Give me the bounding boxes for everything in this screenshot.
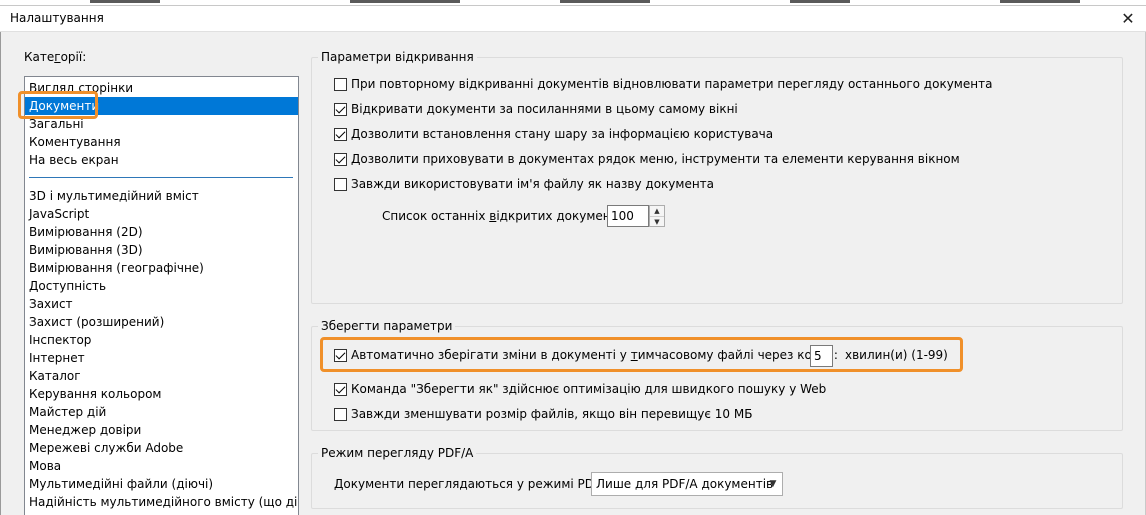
open-settings-checkbox[interactable] xyxy=(334,127,347,141)
category-item[interactable]: Інспектор xyxy=(25,331,298,349)
recent-docs-input[interactable]: 100 xyxy=(607,205,649,227)
category-item[interactable]: На весь екран xyxy=(25,151,298,169)
category-item[interactable]: Мультимедійні файли (діючі) xyxy=(25,475,298,493)
category-item[interactable]: Доступність xyxy=(25,277,298,295)
pdfa-mode-value: Лише для PDF/A документів xyxy=(596,477,774,491)
open-settings-option[interactable]: Завжди використовувати ім'я файлу як наз… xyxy=(334,177,714,191)
open-settings-option[interactable]: Дозволити приховувати в документах рядок… xyxy=(334,152,960,166)
list-separator xyxy=(29,177,293,178)
stepper-down-icon[interactable]: ▼ xyxy=(650,216,664,226)
autosave-row[interactable]: Автоматично зберігати зміни в документі … xyxy=(334,348,838,362)
category-item[interactable]: Вимірювання (географічне) xyxy=(25,259,298,277)
save-settings-option[interactable]: Завжди зменшувати розмір файлів, якщо ві… xyxy=(334,407,752,421)
category-item[interactable]: Захист xyxy=(25,295,298,313)
pdfa-label-row: Документи переглядаються у режимі PDF/A: xyxy=(334,477,617,491)
save-settings-checkbox[interactable] xyxy=(334,382,347,396)
autosave-label: Автоматично зберігати зміни в документі … xyxy=(351,348,838,362)
category-item[interactable]: Загальні xyxy=(25,115,298,133)
autosave-minutes-input[interactable]: 5 xyxy=(810,345,833,367)
save-settings-title: Зберегти параметри xyxy=(318,319,456,333)
close-button[interactable]: ✕ xyxy=(1110,6,1146,32)
open-settings-label: Дозволити встановлення стану шару за інф… xyxy=(351,127,774,141)
recent-docs-label: Список останніх відкритих документів: xyxy=(382,209,633,223)
autosave-unit-row: хвилин(и) (1-99) xyxy=(845,348,948,362)
window-title: Налаштування xyxy=(10,11,104,25)
autosave-unit-label: хвилин(и) (1-99) xyxy=(845,348,948,362)
category-item[interactable]: Документи xyxy=(25,97,298,115)
recent-docs-stepper[interactable]: ▲ ▼ xyxy=(649,205,665,227)
category-item[interactable]: Інтернет xyxy=(25,349,298,367)
window-left-border xyxy=(0,32,1,515)
save-settings-checkbox[interactable] xyxy=(334,407,347,421)
category-item[interactable]: Майстер дій xyxy=(25,403,298,421)
category-item[interactable]: Мережеві служби Adobe xyxy=(25,439,298,457)
category-item[interactable]: Каталог xyxy=(25,367,298,385)
close-icon: ✕ xyxy=(1121,9,1135,28)
category-item[interactable]: Коментування xyxy=(25,133,298,151)
categories-list[interactable]: Вигляд сторінки Документи Загальні Коментув… xyxy=(24,76,299,515)
autosave-checkbox[interactable] xyxy=(334,348,347,362)
save-settings-label: Завжди зменшувати розмір файлів, якщо ві… xyxy=(351,407,753,421)
category-item[interactable]: Надійність мультимедійного вмісту (що ді… xyxy=(25,493,298,511)
pdfa-label: Документи переглядаються у режимі PDF/A: xyxy=(334,477,618,491)
pdfa-mode-select[interactable]: Лише для PDF/A документів ▼ xyxy=(591,472,783,496)
recent-docs-label-row: Список останніх відкритих документів: xyxy=(382,209,632,223)
category-item[interactable]: Вимірювання (3D) xyxy=(25,241,298,259)
category-item[interactable]: Захист (розширений) xyxy=(25,313,298,331)
category-item[interactable]: Керування кольором xyxy=(25,385,298,403)
save-settings-label: Команда "Зберегти як" здійснює оптимізац… xyxy=(351,382,827,396)
open-settings-checkbox[interactable] xyxy=(334,177,347,191)
category-item[interactable]: Менеджер довіри xyxy=(25,421,298,439)
pdfa-title: Режим перегляду PDF/A xyxy=(318,446,477,460)
open-settings-title: Параметри відкривання xyxy=(318,50,477,64)
category-item[interactable]: Вигляд сторінки xyxy=(25,79,298,97)
category-item[interactable]: 3D і мультимедійний вміст xyxy=(25,187,298,205)
category-item[interactable]: Вимірювання (2D) xyxy=(25,223,298,241)
open-settings-checkbox[interactable] xyxy=(334,102,347,116)
category-item[interactable]: Мова xyxy=(25,457,298,475)
open-settings-option[interactable]: Дозволити встановлення стану шару за інф… xyxy=(334,127,773,141)
stepper-up-icon[interactable]: ▲ xyxy=(650,206,664,216)
open-settings-option[interactable]: Відкривати документи за посиланнями в ць… xyxy=(334,102,738,116)
open-settings-label: Відкривати документи за посиланнями в ць… xyxy=(351,102,738,116)
category-item[interactable]: JavaScript xyxy=(25,205,298,223)
categories-label: Категорії: xyxy=(24,50,87,64)
chevron-down-icon[interactable]: ▼ xyxy=(764,473,782,495)
open-settings-option[interactable]: При повторному відкриванні документів ві… xyxy=(334,77,992,91)
open-settings-checkbox[interactable] xyxy=(334,77,347,91)
open-settings-label: Завжди використовувати ім'я файлу як наз… xyxy=(351,177,715,191)
save-settings-option[interactable]: Команда "Зберегти як" здійснює оптимізац… xyxy=(334,382,826,396)
open-settings-checkbox[interactable] xyxy=(334,152,347,166)
title-bar: Налаштування ✕ xyxy=(0,6,1146,32)
open-settings-label: При повторному відкриванні документів ві… xyxy=(351,77,993,91)
open-settings-label: Дозволити приховувати в документах рядок… xyxy=(351,152,960,166)
